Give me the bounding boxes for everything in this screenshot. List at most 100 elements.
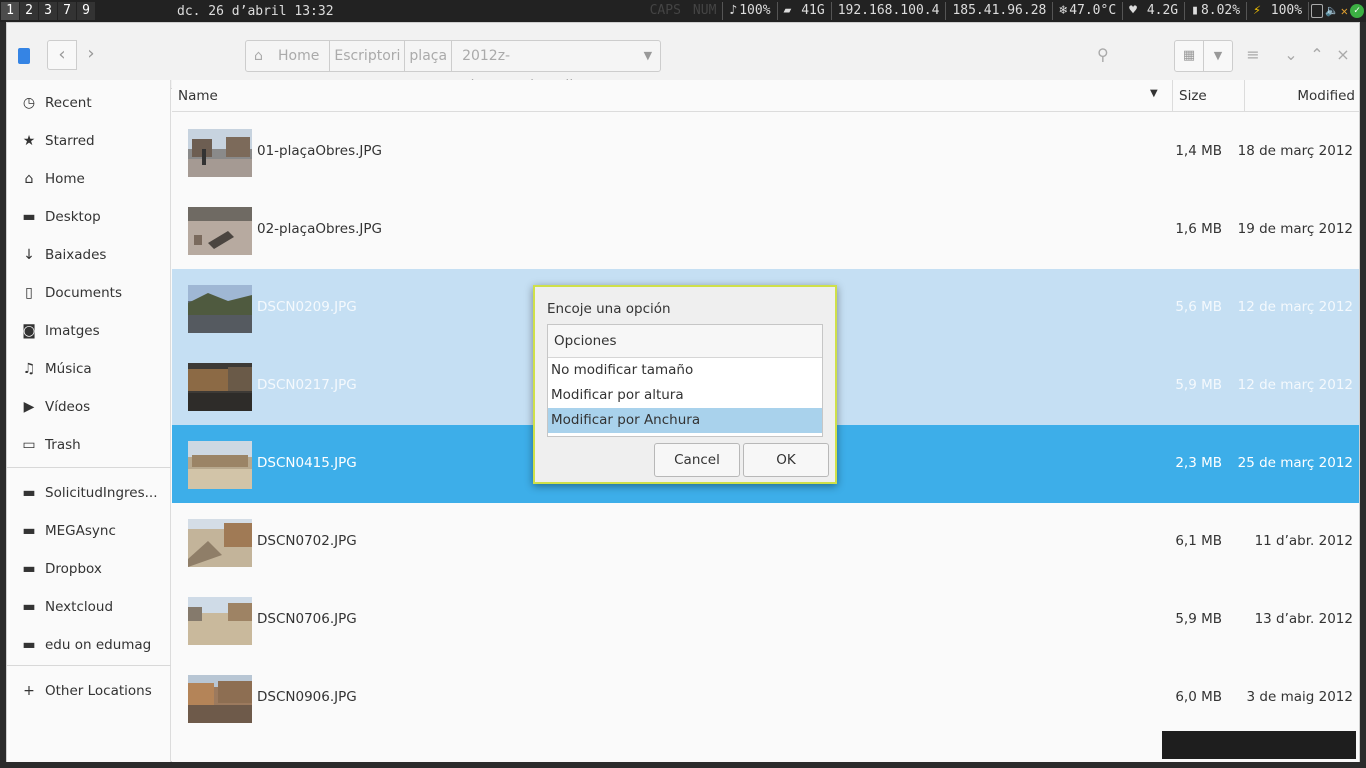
crumb-home-label: Home <box>278 48 320 64</box>
option-resize-height[interactable]: Modificar por altura <box>548 383 822 408</box>
sidebar: ◷ Recent ★ Starred ⌂ Home ▬ Desktop ↓ Baixade… <box>7 80 171 762</box>
file-size: 1,6 MB <box>1175 221 1222 237</box>
crumb-home[interactable]: ⌂ Home <box>245 40 331 72</box>
sidebar-item-label: Home <box>45 171 85 187</box>
sidebar-item-home[interactable]: ⌂ Home <box>7 160 171 198</box>
workspace-3[interactable]: 3 <box>39 2 57 20</box>
tray: 🔈 ✕ ✓ <box>1308 2 1366 20</box>
dialog-title: Encoje una opción <box>547 301 671 317</box>
dropbox-icon[interactable]: ✕ <box>1341 2 1348 20</box>
sidebar-item-solicitud[interactable]: ▬ SolicitudIngres... <box>7 474 171 512</box>
home-icon: ⌂ <box>24 171 34 187</box>
sidebar-item-nextcloud[interactable]: ▬ Nextcloud <box>7 588 171 626</box>
workspace-7[interactable]: 7 <box>58 2 76 20</box>
snowflake-icon: ❄ <box>1059 3 1068 18</box>
sidebar-item-videos[interactable]: ▶ Vídeos <box>7 388 171 426</box>
sidebar-item-label: Desktop <box>45 209 101 225</box>
caps-indicator: CAPS <box>649 3 681 18</box>
cpu-value: 8.02% <box>1200 3 1241 18</box>
file-modified: 19 de març 2012 <box>1237 221 1353 237</box>
volume-value: 100% <box>739 3 771 18</box>
cancel-button[interactable]: Cancel <box>654 443 740 477</box>
memory-value: 4.2G <box>1146 3 1179 18</box>
crumb-escriptori[interactable]: Escriptori <box>329 40 406 72</box>
file-row[interactable]: DSCN0702.JPG 6,1 MB 11 d’abr. 2012 <box>172 503 1359 581</box>
chip-icon: ▮ <box>1191 3 1199 18</box>
option-resize-width[interactable]: Modificar por Anchura <box>548 408 822 433</box>
sidebar-item-desktop[interactable]: ▬ Desktop <box>7 198 171 236</box>
breadcrumb: ⌂ Home Escriptori plaça 2012z-obras...a_l… <box>245 40 662 94</box>
hamburger-menu-icon[interactable]: ≡ <box>1243 45 1263 64</box>
file-row[interactable]: DSCN0706.JPG 5,9 MB 13 d’abr. 2012 <box>172 581 1359 659</box>
file-size: 5,9 MB <box>1175 611 1222 627</box>
close-icon[interactable]: × <box>1333 45 1353 64</box>
grid-view-button[interactable]: ▦ <box>1174 40 1204 72</box>
chevron-right-icon: › <box>87 43 95 64</box>
file-modified: 13 d’abr. 2012 <box>1254 611 1353 627</box>
phone-icon[interactable] <box>1311 4 1324 18</box>
options-column-header[interactable]: Opciones <box>548 325 822 358</box>
file-size: 5,9 MB <box>1175 377 1222 393</box>
folder-icon: ▬ <box>22 523 36 539</box>
option-no-resize[interactable]: No modificar tamaño <box>548 358 822 383</box>
sidebar-item-starred[interactable]: ★ Starred <box>7 122 171 160</box>
column-modified[interactable]: Modified <box>1244 80 1359 112</box>
sidebar-item-documents[interactable]: ▯ Documents <box>7 274 171 312</box>
file-modified: 25 de març 2012 <box>1237 455 1353 471</box>
check-icon[interactable]: ✓ <box>1350 4 1364 18</box>
sidebar-item-megasync[interactable]: ▬ MEGAsync <box>7 512 171 550</box>
grid-icon: ▦ <box>1182 48 1196 63</box>
maximize-icon[interactable]: ⌃ <box>1307 45 1327 64</box>
search-icon[interactable]: ⚲ <box>1097 45 1117 65</box>
workspace-9[interactable]: 9 <box>77 2 95 20</box>
view-options-button[interactable]: ▼ <box>1203 40 1233 72</box>
file-modified: 12 de març 2012 <box>1237 377 1353 393</box>
plus-icon: + <box>23 683 35 699</box>
sidebar-item-trash[interactable]: ▭ Trash <box>7 426 171 464</box>
sidebar-item-pictures[interactable]: ◙ Imatges <box>7 312 171 350</box>
crumb-placa[interactable]: plaça <box>404 40 453 72</box>
forward-button[interactable]: › <box>76 40 106 70</box>
crumb-current[interactable]: 2012z-obras...a_les_olives▼ <box>451 40 662 94</box>
file-modified: 3 de maig 2012 <box>1246 689 1353 705</box>
sidebar-item-edumag[interactable]: ▬ edu on edumag <box>7 626 171 664</box>
sidebar-item-downloads[interactable]: ↓ Baixades <box>7 236 171 274</box>
chevron-left-icon: ‹ <box>58 44 66 65</box>
music-icon: ♫ <box>22 361 36 377</box>
photo-thumbnail <box>188 285 252 333</box>
sidebar-item-label: Dropbox <box>45 561 102 577</box>
sidebar-item-label: SolicitudIngres... <box>45 485 158 501</box>
photo-thumbnail <box>188 519 252 567</box>
workspace-1[interactable]: 1 <box>1 2 19 20</box>
minimize-icon[interactable]: ⌄ <box>1281 45 1301 64</box>
sidebar-divider <box>7 665 171 666</box>
column-name[interactable]: Name <box>178 88 218 104</box>
back-button[interactable]: ‹ <box>47 40 77 70</box>
sidebar-item-recent[interactable]: ◷ Recent <box>7 84 171 122</box>
sidebar-item-label: Trash <box>45 437 81 453</box>
file-row[interactable]: 01-plaçaObres.JPG 1,4 MB 18 de març 2012 <box>172 113 1359 191</box>
sidebar-item-dropbox[interactable]: ▬ Dropbox <box>7 550 171 588</box>
file-modified: 11 d’abr. 2012 <box>1254 533 1353 549</box>
workspace-2[interactable]: 2 <box>20 2 38 20</box>
sidebar-toggle-button[interactable] <box>13 41 35 71</box>
photo-thumbnail <box>188 597 252 645</box>
music-note-icon: ♪ <box>729 3 738 18</box>
sidebar-item-other-locations[interactable]: + Other Locations <box>7 672 171 710</box>
file-row[interactable]: DSCN0906.JPG 6,0 MB 3 de maig 2012 <box>172 659 1359 737</box>
sidebar-item-label: Baixades <box>45 247 107 263</box>
ok-button[interactable]: OK <box>743 443 829 477</box>
file-row[interactable]: 02-plaçaObres.JPG 1,6 MB 19 de març 2012 <box>172 191 1359 269</box>
notification-area <box>1162 731 1356 759</box>
folder-icon: ▬ <box>22 637 36 653</box>
battery-status: ⚡ 100% <box>1246 2 1308 20</box>
sidebar-item-music[interactable]: ♫ Música <box>7 350 171 388</box>
speaker-icon[interactable]: 🔈 <box>1325 2 1339 20</box>
sidebar-item-label: Imatges <box>45 323 100 339</box>
lightning-icon: ⚡ <box>1253 3 1261 18</box>
file-name: DSCN0702.JPG <box>257 533 357 549</box>
file-name: 01-plaçaObres.JPG <box>257 143 383 159</box>
column-size[interactable]: Size <box>1172 80 1244 112</box>
photo-thumbnail <box>188 675 252 723</box>
sort-down-icon[interactable]: ▼ <box>1150 88 1158 99</box>
